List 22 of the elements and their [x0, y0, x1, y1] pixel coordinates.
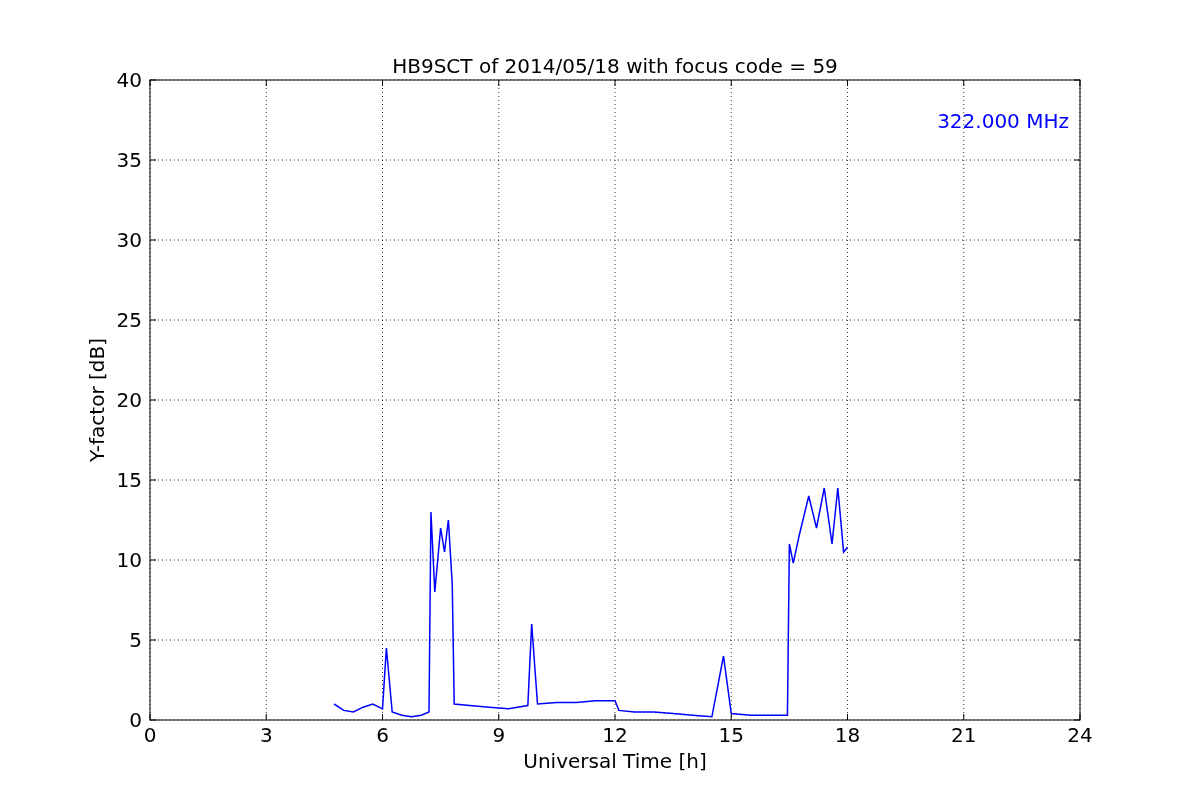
tick-label: 35 [116, 148, 142, 172]
x-axis-label: Universal Time [h] [523, 749, 707, 773]
tick-label: 10 [116, 548, 142, 572]
tick-label: 21 [951, 723, 977, 747]
tick-label: 0 [129, 708, 142, 732]
tick-label: 6 [376, 723, 389, 747]
tick-label: 24 [1067, 723, 1093, 747]
chart-title: HB9SCT of 2014/05/18 with focus code = 59 [392, 54, 838, 78]
tick-label: 15 [116, 468, 142, 492]
tick-label: 18 [834, 723, 861, 747]
tick-label: 40 [116, 68, 142, 92]
tick-label: 5 [129, 628, 142, 652]
tick-label: 0 [143, 723, 157, 747]
tick-label: 12 [602, 723, 628, 747]
tick-label: 15 [718, 723, 744, 747]
tick-label: 3 [259, 723, 273, 747]
y-axis-label: Y-factor [dB] [85, 338, 109, 462]
frequency-label: 322.000 MHz [937, 109, 1069, 133]
tick-label: 9 [492, 723, 506, 747]
tick-label: 30 [116, 228, 142, 252]
tick-label: 25 [116, 308, 142, 332]
tick-label: 20 [116, 388, 142, 412]
